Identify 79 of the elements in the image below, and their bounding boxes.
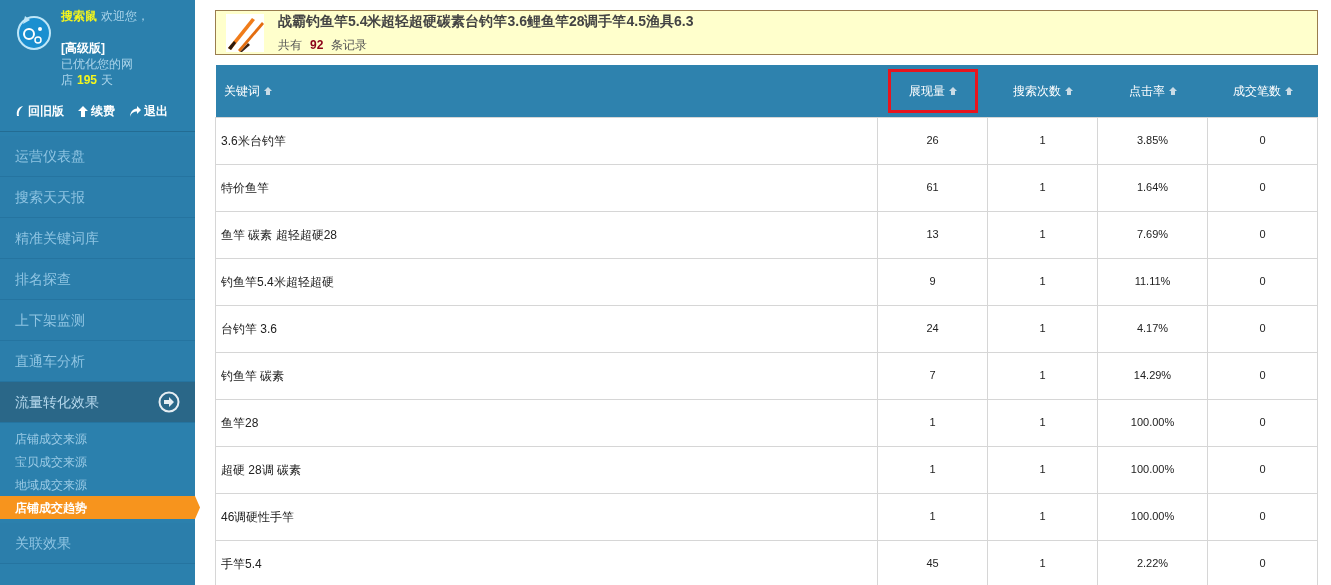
sort-up-icon <box>1064 86 1073 95</box>
table-cell: 1.64% <box>1097 164 1208 211</box>
table-cell: 1 <box>987 305 1098 352</box>
greeting-text: 欢迎您， <box>101 8 149 24</box>
column-header[interactable]: 关键词 <box>220 68 275 113</box>
table-cell: 3.85% <box>1097 117 1208 164</box>
table-cell: 3.6米台钓竿 <box>215 117 878 164</box>
table-cell: 0 <box>1207 305 1318 352</box>
table-cell: 1 <box>987 117 1098 164</box>
table-cell: 1 <box>877 446 988 493</box>
table-cell: 14.29% <box>1097 352 1208 399</box>
table-cell: 24 <box>877 305 988 352</box>
menu-item[interactable]: 流量转化效果 <box>0 382 195 423</box>
table-cell: 1 <box>987 258 1098 305</box>
sort-up-icon <box>948 86 957 95</box>
table-cell: 1 <box>987 352 1098 399</box>
status-text: 已优化您的网 <box>61 56 134 72</box>
table-cell: 0 <box>1207 493 1318 540</box>
sort-up-icon <box>263 86 272 95</box>
table-cell: 鱼竿28 <box>215 399 878 446</box>
header-link[interactable]: 续费 <box>78 102 115 120</box>
table-cell: 13 <box>877 211 988 258</box>
submenu-item[interactable]: 地域成交来源 <box>0 473 200 496</box>
header-link[interactable]: 退出 <box>129 102 168 120</box>
table-cell: 61 <box>877 164 988 211</box>
user-name: 搜索鼠 <box>61 8 97 24</box>
record-count: 92 <box>310 37 324 54</box>
table-cell: 超硬 28调 碳素 <box>215 446 878 493</box>
table-cell: 1 <box>987 211 1098 258</box>
table-cell: 0 <box>1207 446 1318 493</box>
sort-up-icon <box>1284 86 1293 95</box>
table-cell: 0 <box>1207 164 1318 211</box>
count-prefix: 共有 <box>278 37 302 54</box>
table-cell: 钓鱼竿5.4米超轻超硬 <box>215 258 878 305</box>
days-suffix: 天 <box>101 72 114 88</box>
table-cell: 鱼竿 碳素 超轻超硬28 <box>215 211 878 258</box>
table-cell: 0 <box>1207 352 1318 399</box>
table-cell: 0 <box>1207 211 1318 258</box>
curved-arrow-icon <box>129 105 141 117</box>
table-cell: 9 <box>877 258 988 305</box>
submenu-item[interactable]: 店铺成交来源 <box>0 427 200 450</box>
table-cell: 26 <box>877 117 988 164</box>
table-cell: 100.00% <box>1097 493 1208 540</box>
table-cell: 100.00% <box>1097 446 1208 493</box>
table-cell: 特价鱼竿 <box>215 164 878 211</box>
table-cell: 11.11% <box>1097 258 1208 305</box>
product-title: 战霸钓鱼竿5.4米超轻超硬碳素台钓竿3.6鲤鱼竿28调手竿4.5渔具6.3 <box>278 12 694 31</box>
leaf-icon <box>15 105 25 117</box>
edition-label: [高级版] <box>61 40 106 56</box>
table-cell: 1 <box>877 493 988 540</box>
days-count: 195 <box>77 72 98 88</box>
column-header[interactable]: 搜索次数 <box>991 68 1094 113</box>
table-cell: 1 <box>987 399 1098 446</box>
table-cell: 0 <box>1207 117 1318 164</box>
days-prefix: 店 <box>61 72 73 88</box>
table-cell: 1 <box>877 399 988 446</box>
table-cell: 1 <box>987 164 1098 211</box>
column-header[interactable]: 点击率 <box>1107 68 1198 113</box>
table-cell: 1 <box>987 493 1098 540</box>
table-cell: 0 <box>1207 399 1318 446</box>
arrow-up-icon <box>78 105 88 117</box>
table-cell: 0 <box>1207 258 1318 305</box>
table-cell: 7 <box>877 352 988 399</box>
table-cell: 钓鱼竿 碳素 <box>215 352 878 399</box>
column-header[interactable]: 成交笔数 <box>1211 68 1314 113</box>
header-link[interactable]: 回旧版 <box>15 102 64 120</box>
arrow-circle-icon <box>158 391 180 413</box>
submenu-item[interactable]: 店铺成交趋势 <box>0 496 200 519</box>
column-header[interactable]: 展现量 <box>887 68 978 113</box>
table-cell: 7.69% <box>1097 211 1208 258</box>
sort-up-icon <box>1168 86 1177 95</box>
count-suffix: 条记录 <box>331 37 368 54</box>
table-cell: 手竿5.4 <box>215 540 878 585</box>
table-cell: 台钓竿 3.6 <box>215 305 878 352</box>
table-cell: 100.00% <box>1097 399 1208 446</box>
table-cell: 4.17% <box>1097 305 1208 352</box>
table-cell: 46调硬性手竿 <box>215 493 878 540</box>
submenu-item[interactable]: 宝贝成交来源 <box>0 450 200 473</box>
table-cell: 1 <box>987 446 1098 493</box>
